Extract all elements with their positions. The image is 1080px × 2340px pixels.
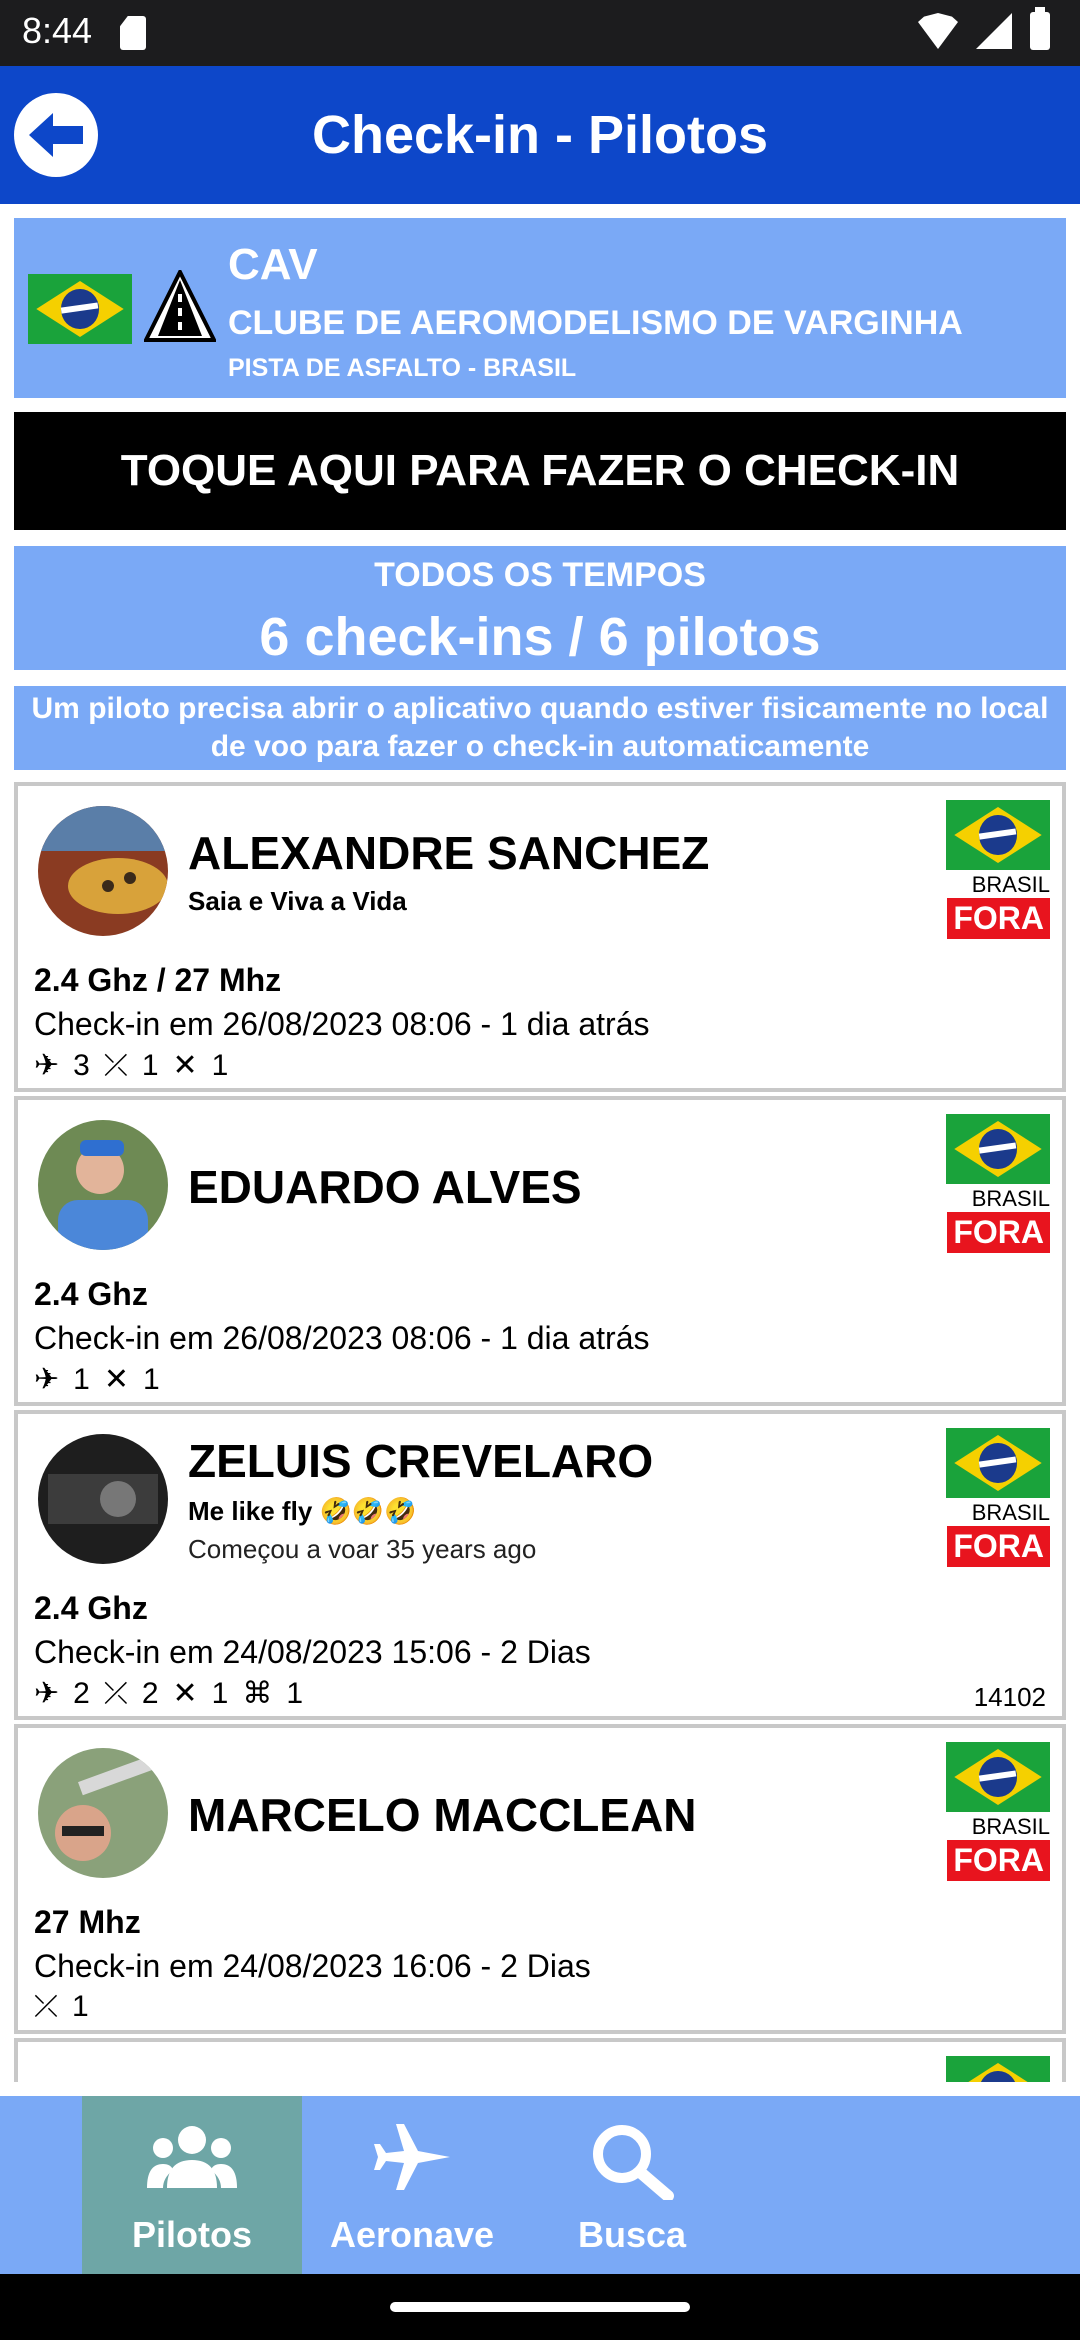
helicopter-icon: ✕	[172, 1049, 198, 1082]
group-icon	[147, 2126, 237, 2188]
notice-text: Um piloto precisa abrir o aplicativo qua…	[14, 686, 1066, 770]
search-icon	[593, 2125, 674, 2200]
aircraft-counts: ✈ 3 ⤫ 1 ✕ 1	[34, 1048, 228, 1083]
avatar	[38, 1434, 168, 1564]
pilot-checkin: Check-in em 26/08/2023 08:06 - 1 dia atr…	[34, 1320, 650, 1356]
avatar	[38, 806, 168, 936]
app-bar: Check-in - Pilotos	[0, 66, 1080, 204]
nav-label: Aeronave	[329, 2214, 495, 2255]
status-badge: FORA	[947, 1840, 1050, 1881]
stats-period: TODOS OS TEMPOS	[374, 556, 706, 594]
pilot-motto: Saia e Viva a Vida	[188, 886, 407, 916]
pilot-card[interactable]: MARCELO MACCLEAN BRASIL FORA 27 Mhz Chec…	[14, 1724, 1066, 2034]
pilot-country: BRASIL	[971, 1814, 1050, 1839]
wifi-icon	[918, 13, 958, 49]
airplane-icon: ✈	[34, 1677, 60, 1710]
club-code: CAV	[228, 240, 318, 289]
brazil-flag-icon	[946, 1114, 1050, 1184]
pilot-frequency: 27 Mhz	[34, 1904, 141, 1940]
glider-icon: ⤫	[103, 1676, 128, 1710]
status-icons	[918, 7, 1050, 50]
pilot-id: 14102	[973, 1682, 1046, 1712]
bottom-nav: Pilotos Aeronave Busca	[0, 2096, 1080, 2274]
nav-label: Busca	[577, 2214, 687, 2255]
glider-icon: ⤫	[103, 1048, 128, 1082]
nav-busca[interactable]: Busca	[522, 2096, 742, 2274]
pilot-country: BRASIL	[971, 872, 1050, 897]
pilot-checkin: Check-in em 24/08/2023 16:06 - 2 Dias	[34, 1948, 591, 1984]
pilot-since: Começou a voar 35 years ago	[188, 1534, 537, 1564]
aircraft-counts: ✈ 1 ✕ 1	[34, 1362, 160, 1397]
airplane-count: 3	[73, 1048, 90, 1082]
nav-pilotos[interactable]: Pilotos	[82, 2096, 302, 2274]
stats-summary: 6 check-ins / 6 pilotos	[259, 607, 821, 667]
drone-count: 1	[286, 1676, 304, 1710]
pilot-frequency: 2.4 Ghz	[34, 1276, 148, 1312]
sd-card-icon	[120, 16, 146, 50]
pilot-card[interactable]: EDUARDO ALVES BRASIL FORA 2.4 Ghz Check-…	[14, 1096, 1066, 1406]
nav-label: Pilotos	[131, 2214, 252, 2255]
pilot-frequency: 2.4 Ghz / 27 Mhz	[34, 962, 282, 998]
pilot-card[interactable]: ALEXANDRE SANCHEZ Saia e Viva a Vida BRA…	[14, 782, 1066, 1092]
airplane-icon: ✈	[34, 1363, 60, 1396]
home-indicator[interactable]	[390, 2302, 690, 2312]
airplane-count: 2	[73, 1676, 90, 1710]
page-title: Check-in - Pilotos	[311, 105, 769, 165]
brazil-flag-icon	[946, 800, 1050, 870]
aircraft-counts: ⤫ 1	[34, 1990, 89, 2024]
brazil-flag-icon	[28, 274, 132, 344]
airplane-icon: ✈	[34, 1049, 60, 1082]
pilot-name: ALEXANDRE SANCHEZ	[188, 827, 710, 879]
nav-aeronave[interactable]: Aeronave	[302, 2096, 522, 2274]
stats-panel[interactable]: TODOS OS TEMPOS 6 check-ins / 6 pilotos	[14, 546, 1066, 670]
pilot-card[interactable]: ZELUIS CREVELARO Me like fly 🤣🤣🤣 Começou…	[14, 1410, 1066, 1720]
pilot-name: ZELUIS CREVELARO	[188, 1435, 654, 1487]
airplane-count: 1	[73, 1362, 90, 1396]
signal-icon	[976, 13, 1012, 49]
helicopter-icon: ✕	[103, 1363, 129, 1396]
pilot-name: EDUARDO ALVES	[188, 1161, 582, 1213]
drone-icon: ⌘	[242, 1677, 273, 1710]
pilot-country: BRASIL	[971, 1186, 1050, 1211]
pilot-motto: Me like fly 🤣🤣🤣	[188, 1496, 417, 1526]
battery-icon	[1030, 7, 1050, 50]
status-bar: 8:44	[0, 0, 1080, 66]
pilot-checkin: Check-in em 24/08/2023 15:06 - 2 Dias	[34, 1634, 591, 1670]
glider-count: 1	[72, 1990, 89, 2023]
club-name: CLUBE DE AEROMODELISMO DE VARGINHA	[228, 304, 963, 342]
brazil-flag-icon	[946, 1428, 1050, 1498]
club-info[interactable]: CAV CLUBE DE AEROMODELISMO DE VARGINHA P…	[14, 218, 1066, 398]
runway-icon	[144, 270, 216, 342]
brazil-flag-icon	[946, 1742, 1050, 1812]
status-time: 8:44	[22, 10, 93, 51]
pilot-checkin: Check-in em 26/08/2023 08:06 - 1 dia atr…	[34, 1006, 650, 1042]
aircraft-counts: ✈ 2 ⤫ 2 ✕ 1 ⌘ 1	[34, 1676, 303, 1711]
status-badge: FORA	[947, 1212, 1050, 1253]
checkin-button[interactable]: TOQUE AQUI PARA FAZER O CHECK-IN	[14, 412, 1066, 530]
status-badge: FORA	[947, 1526, 1050, 1567]
helicopter-icon: ✕	[172, 1677, 198, 1710]
avatar	[38, 1120, 168, 1250]
pilot-name: MARCELO MACCLEAN	[188, 1789, 697, 1841]
avatar	[38, 1748, 168, 1878]
glider-count: 2	[141, 1676, 159, 1710]
pilot-card[interactable]	[14, 2038, 1066, 2082]
brazil-flag-icon	[946, 2056, 1050, 2082]
status-badge: FORA	[947, 898, 1050, 939]
pilot-list[interactable]: ALEXANDRE SANCHEZ Saia e Viva a Vida BRA…	[14, 782, 1066, 2082]
club-subtitle: PISTA DE ASFALTO - BRASIL	[228, 354, 577, 382]
pilot-frequency: 2.4 Ghz	[34, 1590, 148, 1626]
glider-count: 1	[141, 1048, 159, 1082]
helicopter-count: 1	[142, 1362, 160, 1396]
helicopter-count: 1	[211, 1048, 229, 1082]
helicopter-count: 1	[211, 1676, 229, 1710]
glider-icon: ⤫	[34, 1990, 58, 2023]
gesture-bar	[0, 2274, 1080, 2340]
airplane-icon	[374, 2124, 450, 2190]
pilot-country: BRASIL	[971, 1500, 1050, 1525]
